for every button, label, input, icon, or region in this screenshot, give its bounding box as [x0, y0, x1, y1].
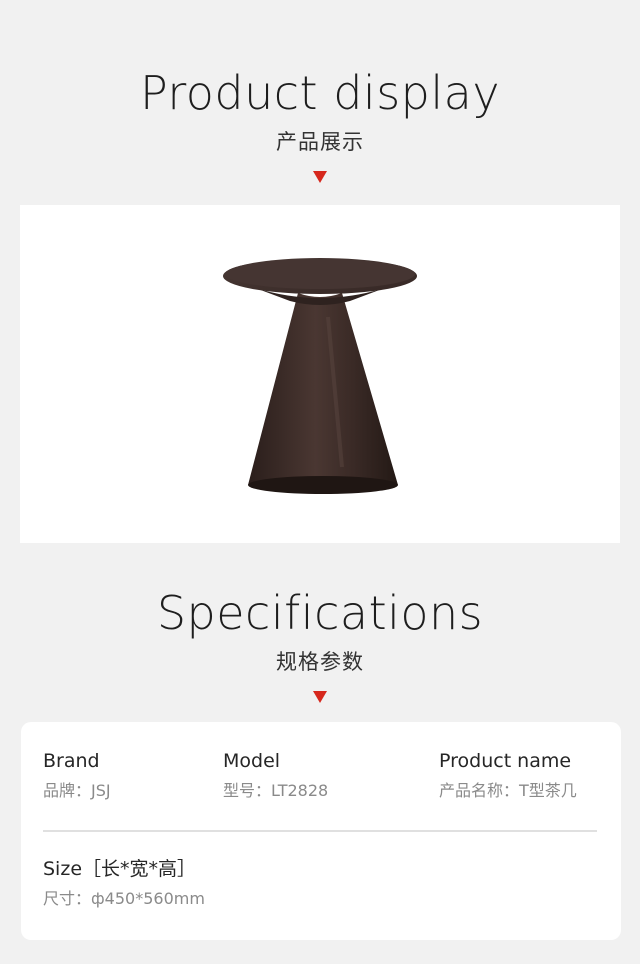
product-display-title: Product display	[139, 66, 501, 120]
product-display-header: Product display 产品展示	[0, 66, 640, 184]
spec-brand: Brand 品牌：JSJ	[43, 752, 111, 799]
specifications-header: Specifications 规格参数	[0, 586, 640, 704]
down-arrow-icon	[313, 691, 327, 704]
spec-size-label: Size［长*宽*高］	[43, 858, 197, 880]
table-foot	[248, 476, 398, 494]
spec-product-name: Product name 产品名称：T型茶几	[439, 752, 577, 799]
specifications-title: Specifications	[156, 586, 484, 640]
spec-product-name-value: 产品名称：T型茶几	[439, 781, 577, 800]
spec-size-value: 尺寸：ф450*560mm	[43, 889, 205, 908]
spec-brand-label: Brand	[43, 750, 100, 772]
specifications-subtitle: 规格参数	[276, 650, 364, 674]
specifications-card: Brand 品牌：JSJ Model 型号：LT2828 Product nam…	[21, 722, 621, 940]
product-display-subtitle: 产品展示	[276, 130, 364, 154]
down-arrow-icon	[313, 171, 327, 184]
spec-product-name-label: Product name	[439, 750, 572, 772]
product-image-panel	[20, 205, 620, 543]
spec-model-label: Model	[223, 750, 281, 772]
spec-divider	[43, 830, 597, 832]
spec-model-value: 型号：LT2828	[223, 781, 329, 800]
spec-size: Size［长*宽*高］ 尺寸：ф450*560mm	[43, 860, 205, 907]
spec-brand-value: 品牌：JSJ	[43, 781, 111, 800]
spec-model: Model 型号：LT2828	[223, 752, 328, 799]
product-image	[223, 258, 417, 494]
table-base	[248, 293, 398, 493]
